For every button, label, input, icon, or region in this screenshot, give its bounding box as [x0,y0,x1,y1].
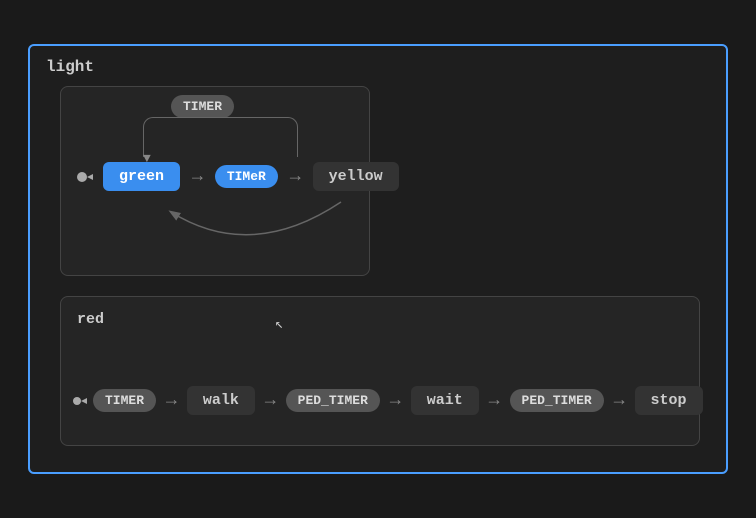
ped-timer1-badge[interactable]: PED_TIMER [286,389,380,412]
ped-row: TIMER → walk → PED_TIMER → wait → PED_TI… [71,386,703,415]
walk-state[interactable]: walk [187,386,255,415]
wait-to-ped2-arrow: → [489,391,500,411]
initial-circle [71,392,89,410]
walk-to-ped1-arrow: → [265,391,276,411]
stop-state[interactable]: stop [635,386,703,415]
self-loop-timer-badge: TIMER [171,97,234,115]
timer-to-walk-arrow: → [166,391,177,411]
diagram-title: light [46,58,94,76]
initial-marker [75,166,97,188]
ped2-to-stop-arrow: → [614,391,625,411]
ped-timer2-badge[interactable]: PED_TIMER [510,389,604,412]
timer-badge-bottom[interactable]: TIMER [93,389,156,412]
ped1-to-wait-arrow: → [390,391,401,411]
yellow-to-green-arc [111,182,351,252]
top-region: TIMER ▼ green → TIMeR → yellow [60,86,370,276]
bottom-region: red TIMER → walk → PED_TIMER → wait → [60,296,700,446]
initial-arrow-group: TIMER → [71,389,183,412]
red-state-label: red [77,311,104,328]
diagram-container: light TIMER ▼ green → TIMeR → [28,44,728,474]
self-loop-arc [143,117,298,157]
wait-state[interactable]: wait [411,386,479,415]
self-loop-timer-label: TIMER [171,95,234,118]
